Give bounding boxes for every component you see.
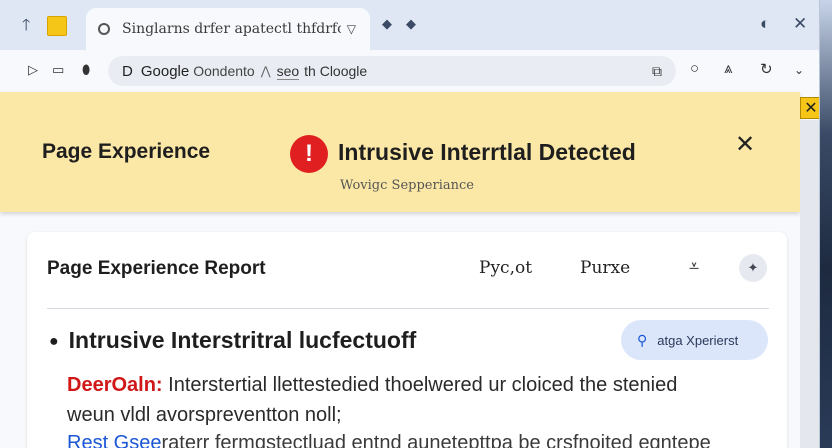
settings-circle-icon[interactable]: ✦: [739, 254, 767, 282]
report-card: Page Experience Report Pyc,ot Purxe ⩡ ✦ …: [27, 232, 787, 448]
interstitial-banner: Page Experience ! Intrusive Interrtlal D…: [0, 92, 800, 212]
issue-heading: ● Intrusive Interstritral lucfectuoff: [49, 327, 416, 354]
window-close-icon[interactable]: ✕: [793, 14, 807, 34]
tab-active[interactable]: Singlarns drfer apatectl thfdrfot ▽: [86, 8, 370, 50]
description-text-2: weun vldl avorspreventton noll;: [67, 404, 342, 426]
refresh-icon[interactable]: ↻: [760, 60, 773, 78]
search-icon: ⚲: [637, 331, 648, 348]
footer-text: raterr fermqstectluad entnd aunetepttpa …: [161, 432, 711, 448]
banner-section-label: Page Experience: [42, 140, 211, 163]
omnibox-search-b: th Cloogle: [304, 63, 368, 79]
tab-favicon-icon: [98, 23, 110, 35]
side-close-button[interactable]: ✕: [800, 97, 819, 119]
chevron-down-icon[interactable]: ⌄: [794, 63, 804, 77]
back-arrow-icon[interactable]: 🡑: [22, 14, 30, 41]
banner-title: Intrusive Interrtlal Detected: [338, 139, 636, 165]
report-link-2[interactable]: Purxe: [580, 258, 630, 278]
explore-pill-button[interactable]: ⚲ atga Xperierst: [621, 320, 768, 360]
lens-icon[interactable]: ⧉: [652, 63, 662, 80]
report-title: Page Experience Report: [47, 258, 266, 279]
banner-close-button[interactable]: ✕: [735, 130, 755, 159]
omnibox-search-a: seo: [276, 62, 300, 80]
shield-icon[interactable]: ⬮: [82, 62, 90, 78]
issue-description: DeerOaln: Interstertial llettestedied th…: [67, 370, 767, 430]
omnibox-brand: Google: [140, 62, 190, 80]
alert-icon: !: [290, 135, 328, 173]
download-icon[interactable]: ⩓: [724, 60, 732, 77]
footer-link[interactable]: Rest Gsee: [67, 432, 161, 448]
description-label: DeerOaln:: [67, 374, 163, 396]
toolbar: ▷ ▭ ⬮ D Google Oondento ⋀ seo th Cloogle…: [0, 50, 819, 92]
description-text: Interstertial llettestedied thoelwered u…: [162, 374, 678, 396]
omnibox-prefix: D: [122, 62, 133, 80]
address-bar[interactable]: D Google Oondento ⋀ seo th Cloogle ⧉: [108, 56, 676, 86]
report-link-1[interactable]: Pyc,ot: [479, 258, 532, 278]
pill-label: atga Xperierst: [657, 332, 739, 348]
scrollbar[interactable]: [800, 120, 819, 448]
circle-icon[interactable]: ○: [690, 60, 699, 77]
issue-heading-text: Intrusive Interstritral lucfectuoff: [68, 327, 417, 353]
bullet-icon: ●: [49, 332, 59, 350]
screen-icon[interactable]: ▭: [52, 62, 64, 78]
play-icon[interactable]: ▷: [28, 62, 38, 78]
profile-half-icon[interactable]: ◐: [760, 14, 770, 34]
banner-subtitle: Wovigc Sepperiance: [340, 178, 474, 193]
download-tray-icon[interactable]: ⩡: [689, 256, 699, 277]
divider: [47, 308, 769, 309]
issue-footer-line: Rest Gseeraterr fermqstectluad entnd aun…: [67, 432, 767, 448]
tab-title: Singlarns drfer apatectl thfdrfot: [122, 21, 341, 37]
omnibox-brand-rest: Oondento: [193, 63, 255, 79]
caret-icon: ⋀: [260, 64, 271, 78]
diamond-icons[interactable]: ◆◆: [382, 16, 430, 32]
yellow-square-icon[interactable]: [47, 16, 67, 36]
browser-window: 🡑 Singlarns drfer apatectl thfdrfot ▽ ◆◆…: [0, 0, 820, 448]
tab-dropdown-icon[interactable]: ▽: [347, 22, 356, 36]
tab-strip: 🡑 Singlarns drfer apatectl thfdrfot ▽ ◆◆…: [0, 0, 819, 50]
